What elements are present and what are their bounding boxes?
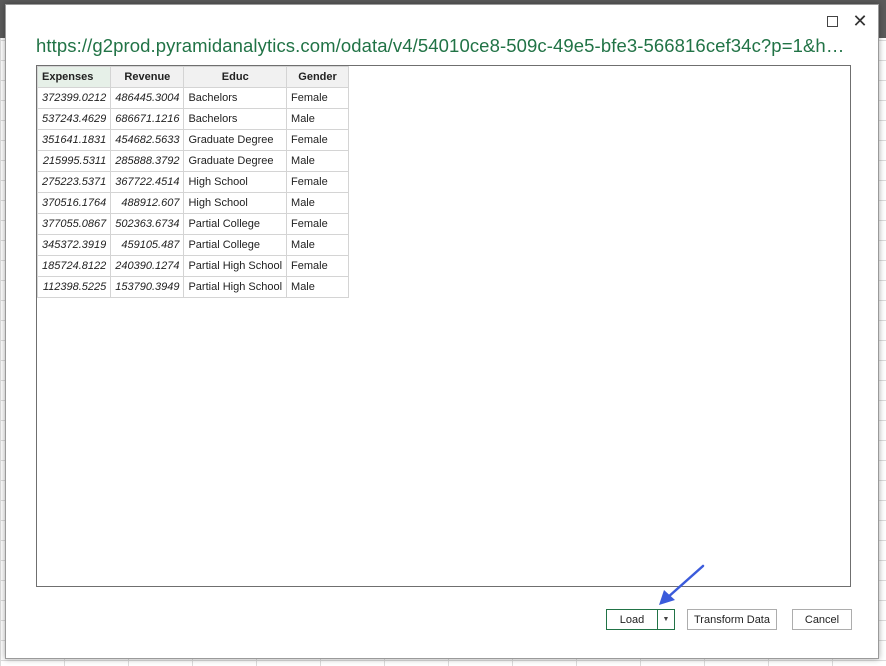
table-row: 215995.5311 285888.3792 Graduate Degree Mal…: [37, 150, 350, 172]
transform-data-button[interactable]: Transform Data: [687, 609, 777, 630]
cell-gender: Male: [286, 192, 350, 214]
cell-educ: Graduate Degree: [183, 150, 288, 172]
cell-revenue: 502363.6734: [110, 213, 185, 235]
cell-educ: Partial College: [183, 213, 288, 235]
data-preview-pane: Expenses Revenue Educ Gender 372399.0212…: [36, 65, 851, 587]
header-educ: Educ: [183, 66, 288, 88]
cell-expenses: 215995.5311: [37, 150, 112, 172]
cell-expenses: 275223.5371: [37, 171, 112, 193]
maximize-icon: [826, 15, 838, 27]
cell-expenses: 370516.1764: [37, 192, 112, 214]
cell-gender: Female: [286, 255, 350, 277]
cell-gender: Female: [286, 213, 350, 235]
cell-gender: Female: [286, 129, 350, 151]
cell-gender: Male: [286, 276, 350, 298]
cell-expenses: 185724.8122: [37, 255, 112, 277]
table-row: 370516.1764 488912.607 High School Male: [37, 192, 350, 214]
cell-gender: Male: [286, 108, 350, 130]
cell-educ: Partial High School: [183, 255, 288, 277]
cell-expenses: 537243.4629: [37, 108, 112, 130]
close-icon: ✕: [852, 11, 868, 31]
preview-table: Expenses Revenue Educ Gender 372399.0212…: [37, 66, 350, 298]
cell-revenue: 686671.1216: [110, 108, 185, 130]
cell-revenue: 486445.3004: [110, 87, 185, 109]
header-row: Expenses Revenue Educ Gender: [37, 66, 350, 88]
chevron-down-icon: ▼: [662, 616, 670, 623]
preview-dialog: ✕ https://g2prod.pyramidanalytics.com/od…: [5, 4, 879, 659]
table-row: 345372.3919 459105.487 Partial College Male: [37, 234, 350, 256]
cell-revenue: 240390.1274: [110, 255, 185, 277]
table-row: 112398.5225 153790.3949 Partial High Schoo…: [37, 276, 350, 298]
table-row: 275223.5371 367722.4514 High School Female: [37, 171, 350, 193]
cell-expenses: 351641.1831: [37, 129, 112, 151]
cell-educ: Partial High School: [183, 276, 288, 298]
cell-revenue: 459105.487: [110, 234, 185, 256]
cell-gender: Male: [286, 150, 350, 172]
header-revenue: Revenue: [110, 66, 185, 88]
table-row: 377055.0867 502363.6734 Partial College Fem…: [37, 213, 350, 235]
cell-revenue: 367722.4514: [110, 171, 185, 193]
cell-revenue: 153790.3949: [110, 276, 185, 298]
cell-gender: Female: [286, 171, 350, 193]
cell-educ: Bachelors: [183, 108, 288, 130]
cell-gender: Male: [286, 234, 350, 256]
load-dropdown-button[interactable]: ▼: [658, 610, 674, 629]
table-row: 537243.4629 686671.1216 Bachelors Male: [37, 108, 350, 130]
cell-revenue: 285888.3792: [110, 150, 185, 172]
dialog-title: https://g2prod.pyramidanalytics.com/odat…: [36, 35, 845, 56]
cell-revenue: 488912.607: [110, 192, 185, 214]
cell-educ: High School: [183, 171, 288, 193]
table-row: 351641.1831 454682.5633 Graduate Degree Fem…: [37, 129, 350, 151]
annotation-arrow-icon: [659, 564, 705, 605]
load-button[interactable]: Load: [607, 610, 658, 629]
cell-educ: High School: [183, 192, 288, 214]
load-split-button: Load ▼: [606, 609, 675, 630]
header-gender: Gender: [286, 66, 350, 88]
cell-educ: Bachelors: [183, 87, 288, 109]
cancel-button[interactable]: Cancel: [792, 609, 852, 630]
close-button[interactable]: ✕: [848, 9, 872, 33]
cell-educ: Graduate Degree: [183, 129, 288, 151]
cell-expenses: 377055.0867: [37, 213, 112, 235]
header-expenses: Expenses: [37, 66, 112, 88]
maximize-button[interactable]: [820, 9, 844, 33]
table-row: 185724.8122 240390.1274 Partial High Schoo…: [37, 255, 350, 277]
cell-expenses: 345372.3919: [37, 234, 112, 256]
cell-revenue: 454682.5633: [110, 129, 185, 151]
cell-expenses: 112398.5225: [37, 276, 112, 298]
cell-expenses: 372399.0212: [37, 87, 112, 109]
cell-gender: Female: [286, 87, 350, 109]
cell-educ: Partial College: [183, 234, 288, 256]
table-row: 372399.0212 486445.3004 Bachelors Female: [37, 87, 350, 109]
